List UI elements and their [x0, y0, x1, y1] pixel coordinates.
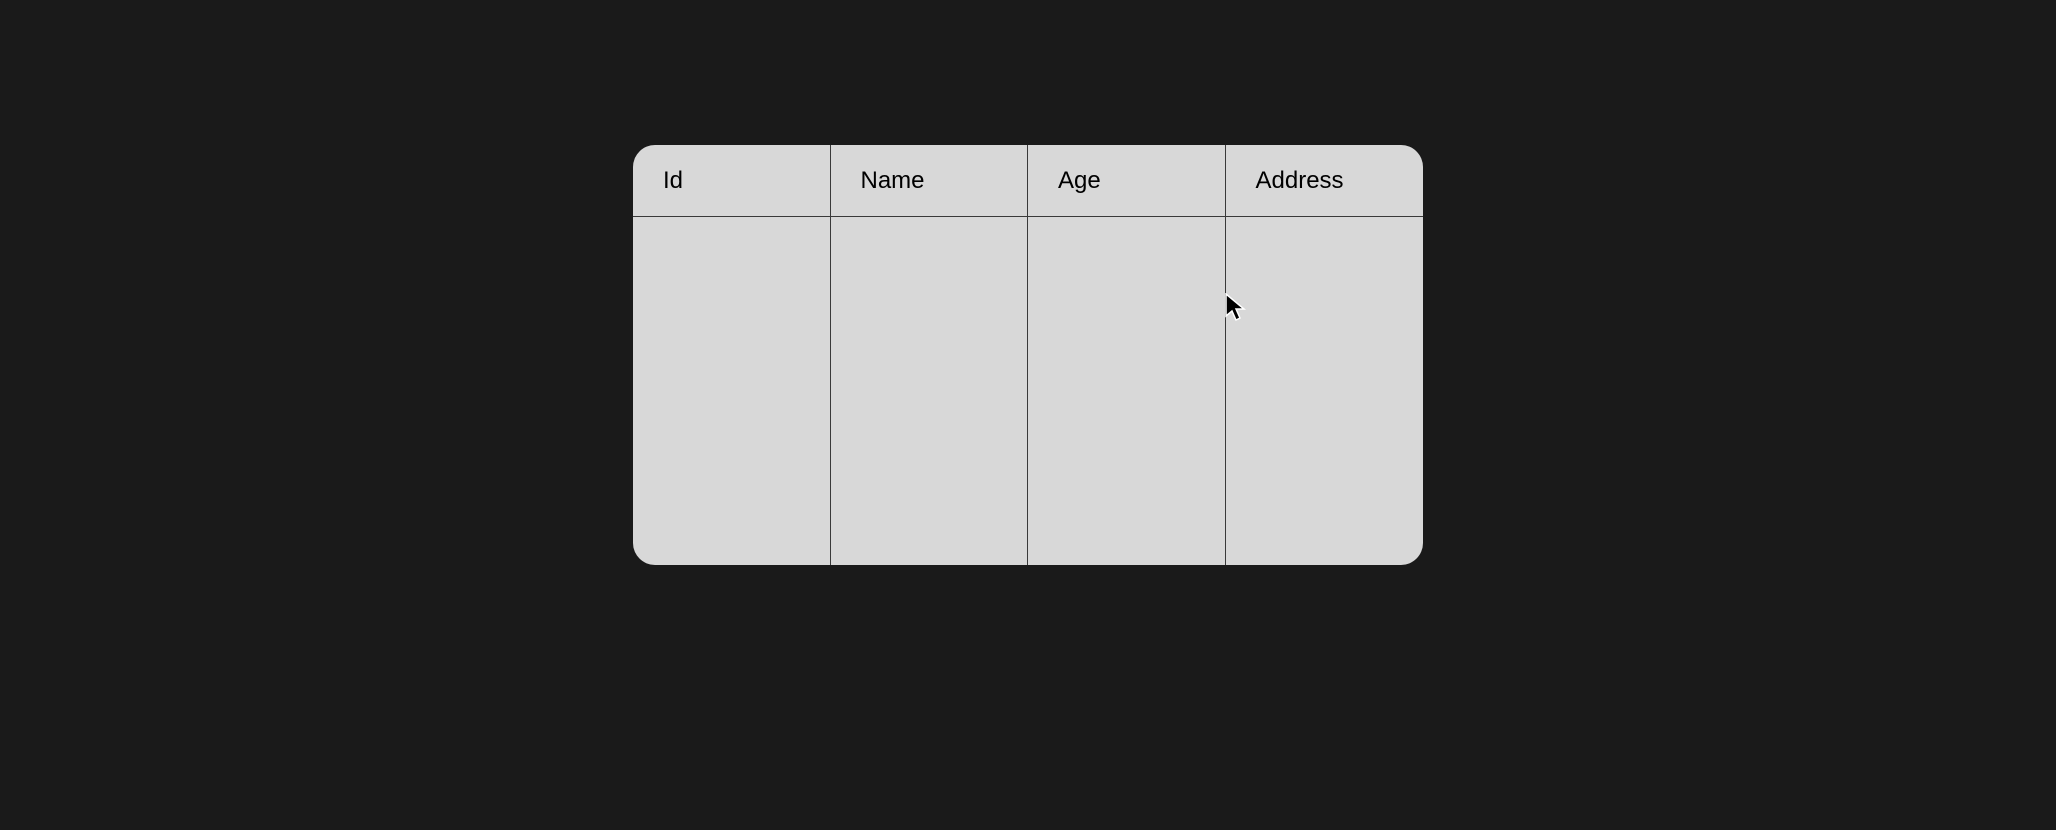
table-column [1226, 217, 1424, 565]
column-header-label: Address [1256, 167, 1344, 195]
column-header-label: Name [861, 167, 925, 195]
column-header-name[interactable]: Name [831, 145, 1029, 216]
table-column [831, 217, 1029, 565]
column-header-address[interactable]: Address [1226, 145, 1424, 216]
data-table: Id Name Age Address [633, 145, 1423, 565]
column-header-label: Id [663, 167, 683, 195]
column-header-age[interactable]: Age [1028, 145, 1226, 216]
table-column [633, 217, 831, 565]
table-column [1028, 217, 1226, 565]
table-header-row: Id Name Age Address [633, 145, 1423, 217]
column-header-label: Age [1058, 167, 1101, 195]
column-header-id[interactable]: Id [633, 145, 831, 216]
table-body [633, 217, 1423, 565]
